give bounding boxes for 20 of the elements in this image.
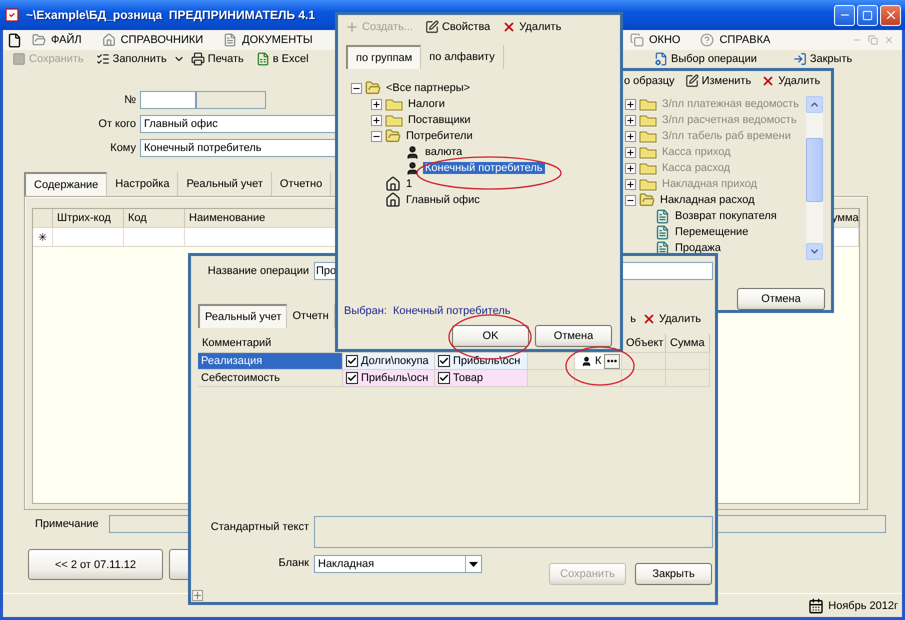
new-row-marker: ✳ <box>33 228 53 246</box>
column-header: Сумма <box>666 334 710 352</box>
field-label: № <box>123 94 137 106</box>
cell-text: К <box>595 355 602 367</box>
cell-text: Долги\покупа <box>361 355 429 367</box>
field-label: Примечание <box>35 518 99 530</box>
table-cell: Реализация <box>198 353 343 369</box>
cell-text: Товар <box>453 372 483 384</box>
field-label: Бланк <box>277 556 309 571</box>
cell-text: Прибыль\осн <box>361 372 428 384</box>
window-title: ~\Example\БД_розница ПРЕДПРИНИМАТЕЛЬ 4.1 <box>26 8 316 22</box>
field-label: От кого <box>97 118 137 130</box>
field-label: Кому <box>109 142 137 154</box>
status-text: Ноябрь 2012г <box>828 600 898 612</box>
field-label: Название операции <box>206 265 309 277</box>
column-header: Штрих-код <box>53 209 124 227</box>
cell-text: Прибыль\осн <box>453 355 520 367</box>
column-header: Код <box>124 209 185 227</box>
selection-text: Выбран: Конечный потребитель <box>343 305 512 317</box>
field-label: Стандартный текст <box>210 520 309 535</box>
